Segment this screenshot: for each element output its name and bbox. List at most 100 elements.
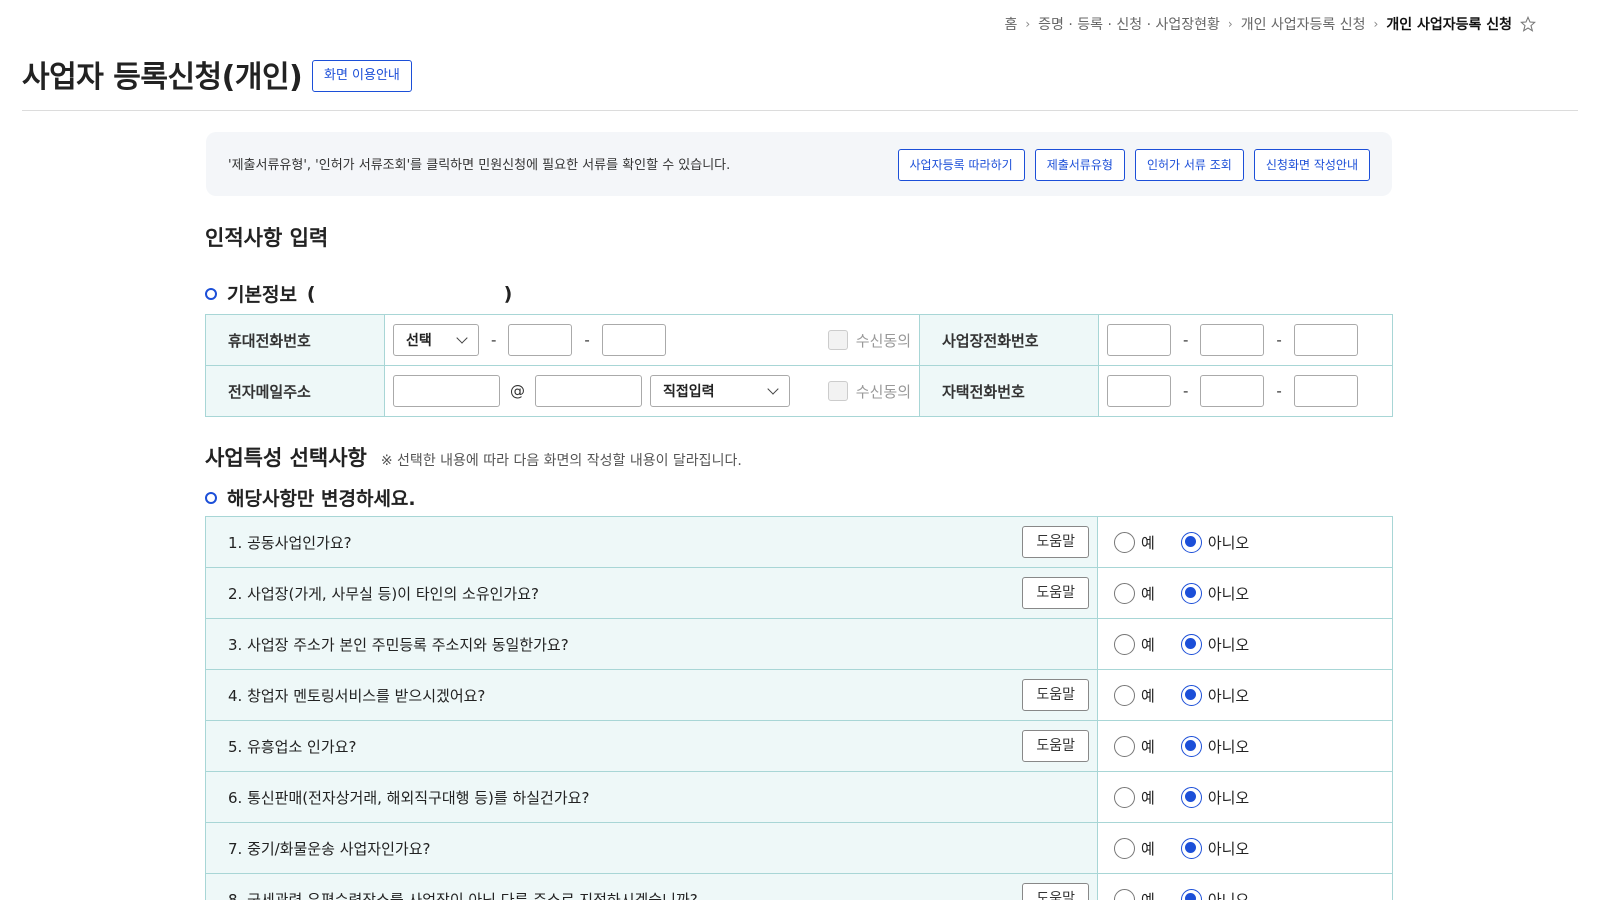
- no-radio[interactable]: [1180, 633, 1202, 655]
- no-option[interactable]: 아니오: [1180, 786, 1249, 808]
- no-radio[interactable]: [1180, 786, 1202, 808]
- question-cell: 1. 공동사업인가요? 도움말: [205, 516, 1098, 568]
- answer-cell: 예 아니오: [1097, 516, 1393, 568]
- no-option[interactable]: 아니오: [1180, 633, 1249, 655]
- yes-label: 예: [1141, 737, 1155, 756]
- email-consent-checkbox[interactable]: [827, 381, 848, 401]
- no-option[interactable]: 아니오: [1180, 735, 1250, 757]
- question-row: 7. 중기/화물운송 사업자인가요? 예 아니오: [205, 822, 1393, 874]
- yes-option[interactable]: 예: [1114, 837, 1155, 859]
- yes-option[interactable]: 예: [1114, 684, 1155, 706]
- business-characteristics-title: 사업특성 선택사항: [205, 446, 367, 470]
- change-only-heading: 해당사항만 변경하세요.: [205, 484, 416, 511]
- mobile-middle-input[interactable]: [508, 324, 573, 356]
- email-label: 전자메일주소: [205, 365, 385, 417]
- yes-radio[interactable]: [1114, 837, 1135, 859]
- business-phone-last-input[interactable]: [1293, 324, 1358, 356]
- answer-cell: 예 아니오: [1097, 771, 1393, 823]
- help-button[interactable]: 도움말: [1022, 730, 1089, 762]
- yes-label: 예: [1141, 788, 1155, 807]
- mobile-last-input[interactable]: [601, 324, 666, 356]
- yes-radio[interactable]: [1114, 786, 1135, 808]
- email-domain-input[interactable]: [535, 375, 642, 407]
- sms-consent: 수신동의: [827, 330, 911, 351]
- business-phone-middle-input[interactable]: [1200, 324, 1265, 356]
- no-label: 아니오: [1207, 737, 1250, 756]
- ring-bullet-icon: [205, 491, 217, 504]
- yes-radio[interactable]: [1114, 735, 1135, 757]
- no-label: 아니오: [1207, 890, 1250, 900]
- document-type-button[interactable]: 제출서류유형: [1034, 149, 1125, 181]
- yes-radio[interactable]: [1114, 582, 1135, 604]
- mobile-row: 휴대전화번호 선택 - - 수신동의 사업장전화번호 - -: [205, 314, 1393, 366]
- no-radio[interactable]: [1180, 684, 1202, 706]
- no-label: 아니오: [1207, 839, 1250, 858]
- home-phone-middle-input[interactable]: [1200, 375, 1265, 407]
- sms-consent-checkbox[interactable]: [827, 330, 848, 350]
- yes-radio[interactable]: [1114, 684, 1135, 706]
- no-option[interactable]: 아니오: [1180, 888, 1250, 900]
- question-row: 3. 사업장 주소가 본인 주민등록 주소지와 동일한가요? 예 아니오: [205, 618, 1393, 670]
- dash-separator: -: [1276, 331, 1282, 349]
- breadcrumb-personal-registration[interactable]: 개인 사업자등록 신청: [1241, 14, 1366, 34]
- question-cell: 2. 사업장(가게, 사무실 등)이 타인의 소유인가요? 도움말: [205, 567, 1098, 619]
- yes-radio[interactable]: [1114, 633, 1135, 655]
- no-option[interactable]: 아니오: [1180, 582, 1249, 604]
- question-text: 7. 중기/화물운송 사업자인가요?: [228, 839, 431, 858]
- email-domain-select[interactable]: 직접입력: [650, 375, 790, 407]
- yes-option[interactable]: 예: [1114, 735, 1155, 757]
- home-phone-area-input[interactable]: [1107, 375, 1171, 407]
- dash-separator: -: [1276, 382, 1282, 400]
- email-row: 전자메일주소 @ 직접입력 수신동의 자택전화번호 - -: [205, 365, 1393, 417]
- email-id-input[interactable]: [393, 375, 500, 407]
- breadcrumb-home[interactable]: 홈: [1004, 14, 1017, 34]
- home-phone-last-input[interactable]: [1293, 375, 1358, 407]
- yes-label: 예: [1141, 635, 1155, 654]
- question-text: 2. 사업장(가게, 사무실 등)이 타인의 소유인가요?: [228, 584, 539, 603]
- question-text: 8. 국세관련 우편수령장소를 사업장이 아닌 다른 주소로 지정하시겠습니까?: [228, 890, 698, 900]
- basic-info-heading: 기본정보 ( ): [205, 280, 512, 307]
- dash-separator: -: [1183, 382, 1189, 400]
- email-domain-select-value: 직접입력: [663, 384, 715, 400]
- yes-radio[interactable]: [1114, 531, 1135, 553]
- yes-radio[interactable]: [1114, 888, 1135, 900]
- help-button[interactable]: 도움말: [1022, 577, 1089, 609]
- yes-option[interactable]: 예: [1114, 582, 1155, 604]
- yes-option[interactable]: 예: [1114, 531, 1155, 553]
- no-option[interactable]: 아니오: [1180, 684, 1249, 706]
- change-only-label: 해당사항만 변경하세요.: [227, 488, 416, 510]
- help-button[interactable]: 도움말: [1022, 883, 1089, 900]
- form-writing-guide-button[interactable]: 신청화면 작성안내: [1253, 149, 1370, 181]
- ring-bullet-icon: [205, 287, 217, 300]
- notice-box: '제출서류유형', '인허가 서류조회'를 클릭하면 민원신청에 필요한 서류를…: [206, 132, 1392, 196]
- question-row: 4. 창업자 멘토링서비스를 받으시겠어요? 도움말 예 아니오: [205, 669, 1393, 721]
- mobile-prefix-select[interactable]: 선택: [393, 324, 479, 356]
- star-outline-icon[interactable]: [1520, 15, 1536, 32]
- yes-label: 예: [1141, 890, 1155, 900]
- yes-option[interactable]: 예: [1114, 786, 1155, 808]
- no-option[interactable]: 아니오: [1180, 837, 1250, 859]
- business-characteristics-note: ※ 선택한 내용에 따라 다음 화면의 작성할 내용이 달라집니다.: [380, 453, 742, 469]
- help-button[interactable]: 도움말: [1022, 526, 1089, 558]
- no-radio[interactable]: [1180, 888, 1202, 900]
- email-consent-label: 수신동의: [855, 382, 911, 401]
- email-cell: @ 직접입력 수신동의: [384, 365, 920, 417]
- no-radio[interactable]: [1180, 531, 1202, 553]
- question-text: 1. 공동사업인가요?: [228, 533, 352, 552]
- no-radio[interactable]: [1180, 837, 1202, 859]
- screen-guide-button[interactable]: 화면 이용안내: [312, 60, 412, 92]
- no-radio[interactable]: [1180, 735, 1202, 757]
- home-phone-label: 자택전화번호: [919, 365, 1099, 417]
- follow-registration-button[interactable]: 사업자등록 따라하기: [897, 149, 1025, 181]
- question-cell: 4. 창업자 멘토링서비스를 받으시겠어요? 도움말: [205, 669, 1098, 721]
- help-button[interactable]: 도움말: [1022, 679, 1089, 711]
- no-option[interactable]: 아니오: [1180, 531, 1249, 553]
- breadcrumb-certificate[interactable]: 증명 · 등록 · 신청 · 사업장현황: [1038, 14, 1220, 34]
- answer-cell: 예 아니오: [1097, 567, 1393, 619]
- yes-option[interactable]: 예: [1114, 633, 1155, 655]
- license-document-lookup-button[interactable]: 인허가 서류 조회: [1134, 149, 1244, 181]
- yes-option[interactable]: 예: [1114, 888, 1155, 900]
- business-phone-area-input[interactable]: [1107, 324, 1171, 356]
- no-radio[interactable]: [1180, 582, 1202, 604]
- question-text: 5. 유흥업소 인가요?: [228, 737, 357, 756]
